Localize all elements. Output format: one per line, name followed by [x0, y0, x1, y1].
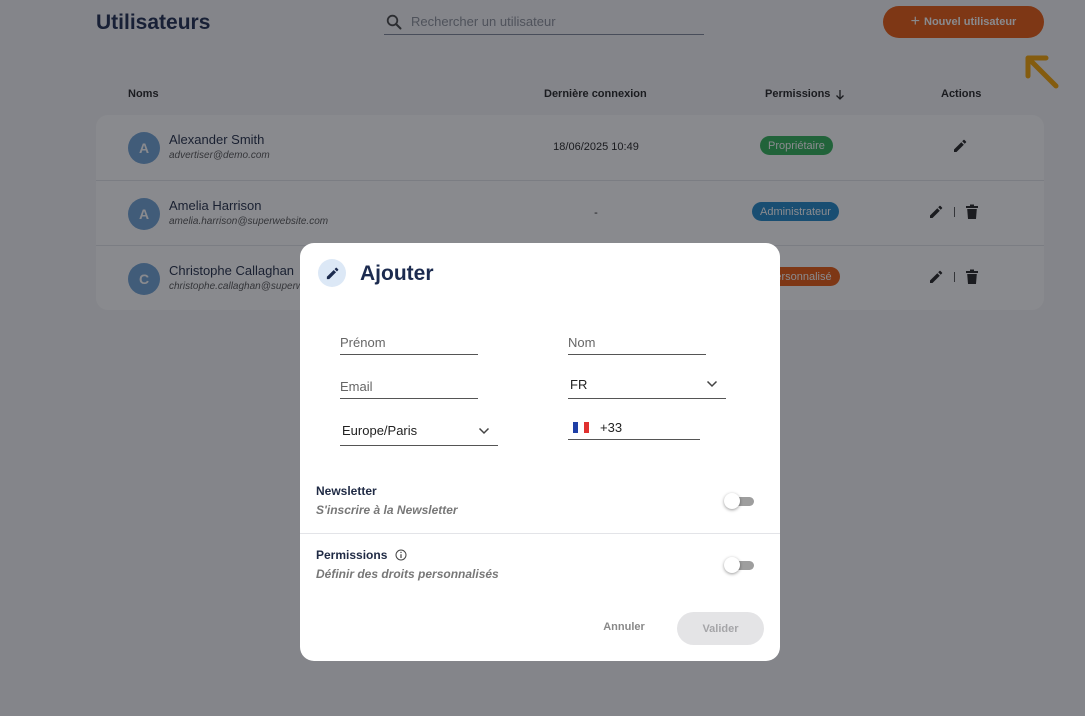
- newsletter-title: Newsletter: [316, 484, 377, 498]
- permissions-toggle[interactable]: [724, 557, 754, 573]
- newsletter-subtitle: S'inscrire à la Newsletter: [316, 503, 458, 517]
- first-name-placeholder: Prénom: [340, 335, 386, 350]
- dialog-edit-badge: [318, 259, 346, 287]
- permissions-title: Permissions: [316, 548, 407, 562]
- permissions-title-label: Permissions: [316, 548, 388, 562]
- newsletter-toggle[interactable]: [724, 493, 754, 509]
- last-name-placeholder: Nom: [568, 335, 596, 350]
- add-user-dialog: Ajouter Prénom Nom Email FR Europe/Paris…: [300, 243, 780, 661]
- dialog-title: Ajouter: [360, 262, 434, 285]
- email-placeholder: Email: [340, 378, 373, 394]
- chevron-down-icon: [478, 427, 490, 434]
- country-select[interactable]: FR: [568, 370, 726, 399]
- last-name-field[interactable]: Nom: [568, 331, 706, 355]
- edit-icon: [326, 267, 338, 279]
- france-flag-icon[interactable]: [573, 422, 589, 433]
- phone-prefix: +33: [600, 420, 623, 435]
- timezone-select[interactable]: Europe/Paris: [340, 416, 498, 446]
- cancel-button[interactable]: Annuler: [596, 621, 652, 633]
- country-value: FR: [570, 376, 588, 392]
- info-icon[interactable]: [395, 549, 407, 561]
- timezone-value: Europe/Paris: [342, 423, 418, 438]
- phone-field[interactable]: +33: [568, 416, 700, 440]
- divider: [300, 533, 780, 534]
- first-name-field[interactable]: Prénom: [340, 331, 478, 355]
- permissions-subtitle: Définir des droits personnalisés: [316, 567, 499, 581]
- submit-button[interactable]: Valider: [677, 612, 764, 645]
- chevron-down-icon: [706, 380, 718, 388]
- email-field[interactable]: Email: [340, 374, 478, 399]
